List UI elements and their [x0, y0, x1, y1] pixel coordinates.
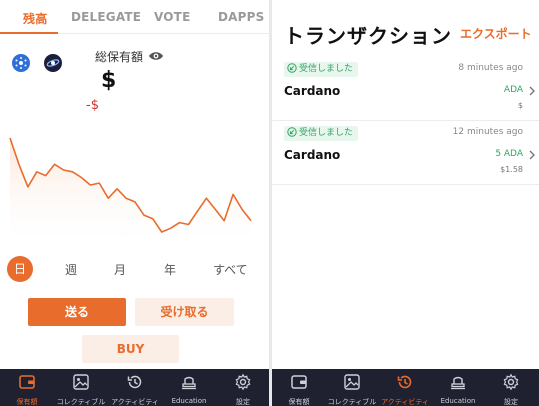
nav-label: コレクティブル: [327, 398, 377, 406]
transaction-fiat-value: $: [517, 101, 523, 110]
nav-education[interactable]: Education: [162, 369, 216, 406]
received-icon: [287, 63, 297, 73]
transaction-time: 12 minutes ago: [452, 127, 523, 137]
balance-change: -$: [86, 98, 99, 113]
transaction-fiat-value: $1.58: [500, 165, 523, 174]
nav-holdings[interactable]: 保有額: [272, 369, 326, 406]
nav-holdings[interactable]: 保有額: [0, 369, 54, 406]
tab-vote[interactable]: VOTE: [154, 10, 190, 24]
page-title: トランザクション: [284, 24, 452, 48]
period-selector: 日 週 月 年 すべて: [0, 256, 269, 282]
nav-collectibles[interactable]: コレクティブル: [54, 369, 108, 406]
period-month[interactable]: 月: [114, 261, 126, 278]
wallet-tabs: 残高 DELEGATE VOTE DAPPS: [0, 0, 269, 34]
nav-education[interactable]: Education: [431, 369, 485, 406]
nav-label: 保有額: [288, 398, 310, 406]
active-tab-indicator: [0, 32, 58, 34]
status-badge: 受信しました: [284, 62, 359, 77]
nav-label: Education: [171, 397, 207, 405]
nav-activity[interactable]: アクティビティ: [108, 369, 162, 406]
total-balance-value: $: [101, 68, 117, 93]
nav-label: Education: [440, 397, 476, 405]
period-week[interactable]: 週: [65, 261, 77, 278]
cardano-logo-icon: [12, 54, 30, 72]
transaction-asset: Cardano: [284, 84, 341, 98]
eye-icon[interactable]: [148, 50, 164, 62]
export-button[interactable]: エクスポート: [460, 25, 532, 42]
nav-label: 設定: [504, 398, 518, 406]
nav-label: 設定: [236, 398, 250, 406]
total-balance-label: 総保有額: [95, 50, 144, 64]
nav-label: アクティビティ: [381, 398, 429, 406]
chart-area-fill: [10, 138, 251, 250]
receive-button[interactable]: 受け取る: [135, 298, 234, 326]
tab-dapps[interactable]: DAPPS: [218, 10, 264, 24]
wallet-screen: 残高 DELEGATE VOTE DAPPS 総保有額 $ -$ 日 週 月 年…: [0, 0, 269, 406]
image-icon: [73, 374, 89, 390]
transaction-amount: ADA: [503, 85, 523, 95]
tab-balance[interactable]: 残高: [23, 10, 47, 27]
transaction-row[interactable]: 受信しました 8 minutes ago Cardano ADA $: [272, 59, 539, 121]
nav-label: アクティビティ: [111, 398, 159, 406]
bottom-nav: 保有額 コレクティブル アクティビティ Education 設定: [272, 369, 539, 406]
gear-icon: [235, 373, 251, 391]
image-icon: [344, 374, 360, 390]
nav-label: コレクティブル: [56, 398, 106, 406]
nav-settings[interactable]: 設定: [216, 369, 269, 406]
nav-collectibles[interactable]: コレクティブル: [325, 369, 379, 406]
received-icon: [287, 127, 297, 137]
transaction-amount: 5 ADA: [495, 149, 523, 159]
gear-icon: [503, 373, 519, 391]
wallet-icon: [19, 375, 35, 389]
status-badge: 受信しました: [284, 126, 359, 141]
history-icon: [127, 375, 142, 389]
status-text: 受信しました: [299, 64, 354, 74]
transaction-time: 8 minutes ago: [458, 63, 523, 73]
period-year[interactable]: 年: [164, 261, 176, 278]
period-day[interactable]: 日: [7, 256, 33, 282]
token-logo-icon: [44, 54, 62, 72]
transactions-screen: トランザクション エクスポート 受信しました 8 minutes ago Car…: [272, 0, 539, 406]
nav-activity[interactable]: アクティビティ: [378, 369, 432, 406]
history-icon: [397, 375, 412, 389]
nav-label: 保有額: [16, 398, 38, 406]
chevron-right-icon: [529, 86, 535, 96]
buy-button[interactable]: BUY: [82, 335, 179, 363]
bottom-nav: 保有額 コレクティブル アクティビティ Education 設定: [0, 369, 269, 406]
chevron-right-icon: [529, 150, 535, 160]
balance-chart: [9, 137, 252, 250]
transaction-row[interactable]: 受信しました 12 minutes ago Cardano 5 ADA $1.5…: [272, 123, 539, 185]
transaction-asset: Cardano: [284, 148, 341, 162]
status-text: 受信しました: [299, 128, 354, 138]
send-button[interactable]: 送る: [28, 298, 126, 326]
education-icon: [451, 376, 465, 390]
period-all[interactable]: すべて: [213, 261, 248, 278]
wallet-icon: [291, 375, 307, 389]
tab-delegate[interactable]: DELEGATE: [71, 10, 141, 24]
education-icon: [182, 376, 196, 390]
nav-settings[interactable]: 設定: [484, 369, 538, 406]
